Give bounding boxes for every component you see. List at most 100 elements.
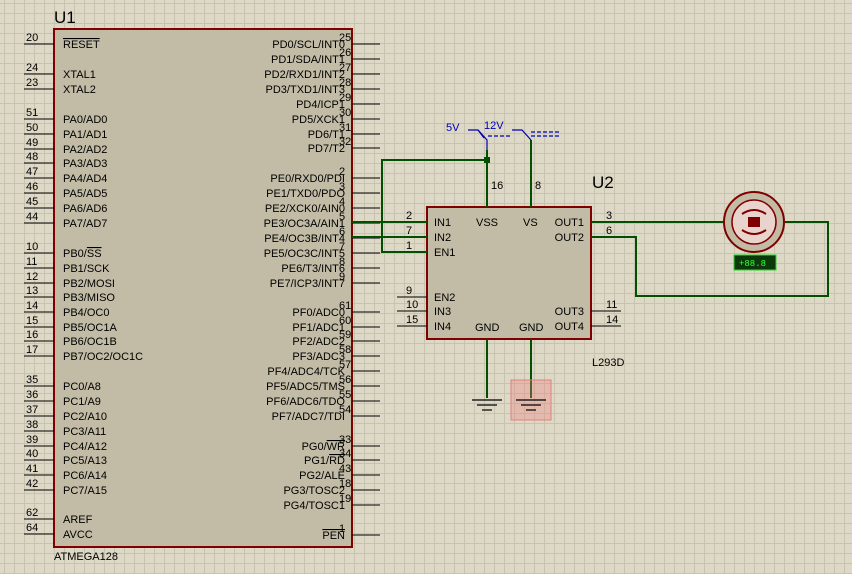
u2-pin-6-label: OUT2	[555, 232, 584, 244]
u1-pin-35-number: 35	[26, 374, 38, 386]
u1-pin-49-label: PA2/AD2	[63, 144, 107, 156]
u1-pin-15-number: 15	[26, 315, 38, 327]
ground-symbol-2[interactable]	[510, 379, 552, 421]
motor-readout: +88.8	[739, 259, 766, 269]
u1-pin-47-label: PA4/AD4	[63, 173, 107, 185]
u2-pin-14-label: OUT4	[555, 321, 584, 333]
u2-pin-11-label: OUT3	[555, 306, 584, 318]
u2-l293d[interactable]: U2 L293D 2 IN1 7 IN2 1 EN1 9 EN2 10 IN3 15 IN4 3 OUT…	[397, 165, 624, 385]
u1-pin-44-number: 44	[26, 211, 38, 223]
u2-pin-3-number: 3	[606, 210, 612, 222]
u1-pin-24-label: XTAL1	[63, 69, 96, 81]
u1-pin-48-number: 48	[26, 151, 38, 163]
u1-pin-14-label: PB4/OC0	[63, 307, 109, 319]
u1-pin-50-label: PA1/AD1	[63, 129, 107, 141]
u1-pin-3-label: PE1/TXD0/PDO	[266, 188, 345, 200]
u1-pin-4-label: PE2/XCK0/AIN0	[265, 203, 345, 215]
u1-reference: U1	[54, 8, 76, 27]
u1-pin-10-number: 10	[26, 241, 38, 253]
u1-pin-55-label: PF6/ADC6/TDO	[266, 396, 345, 408]
wire-out2-motor[interactable]	[591, 221, 829, 297]
u1-pin-38-label: PC3/A11	[63, 426, 106, 438]
u2-pin-15-number: 15	[406, 314, 418, 326]
u1-pin-35-label: PC0/A8	[63, 381, 101, 393]
u1-pin-46-number: 46	[26, 181, 38, 193]
u1-pin-23-label: XTAL2	[63, 84, 96, 96]
u2-pin-10-number: 10	[406, 299, 418, 311]
power-5v-terminal[interactable]: 5V	[446, 122, 488, 150]
u1-pin-6-label: PE4/OC3B/INT4	[264, 233, 345, 245]
u1-pin-58-label: PF3/ADC3	[292, 351, 345, 363]
u1-pin-10-label-overline: SS	[87, 248, 102, 260]
u2-pin-6-number: 6	[606, 225, 612, 237]
u1-pin-25-label: PD0/SCL/INT0	[272, 39, 345, 51]
u1-pin-45-label: PA6/AD6	[63, 203, 107, 215]
u1-pin-46-label: PA5/AD5	[63, 188, 107, 200]
u1-pin-2-label: PE0/RXD0/PDI	[270, 173, 345, 185]
u2-pin-vs-label: VS	[523, 217, 538, 229]
u1-pin-13-number: 13	[26, 285, 38, 297]
power-12v-terminal[interactable]: 12V	[484, 120, 560, 141]
ground-symbol-1[interactable]	[472, 399, 502, 411]
u1-pin-5-label: PE3/OC3A/AIN1	[264, 218, 345, 230]
u1-pin-26-label: PD1/SDA/INT1	[271, 54, 345, 66]
u1-pin-29-label: PD4/ICP1	[296, 99, 345, 111]
u1-pin-11-number: 11	[26, 256, 37, 268]
u1-pin-20-label-overline: RESET	[63, 39, 100, 51]
u1-pin-13-label: PB3/MISO	[63, 292, 115, 304]
power-5v-label: 5V	[446, 122, 460, 134]
u1-pin-48-label: PA3/AD3	[63, 158, 107, 170]
u2-pin-1-number: 1	[406, 240, 412, 252]
schematic-canvas[interactable]: U1 ATMEGA128 20 RESET 24 XTAL1 23 XTAL2 51 PA0/…	[0, 0, 852, 574]
u1-pin-24-number: 24	[26, 62, 38, 74]
u2-reference: U2	[592, 173, 614, 192]
junction-dot	[484, 157, 490, 163]
u2-pin-10-label: IN3	[434, 306, 451, 318]
u1-pin-42-label: PC7/A15	[63, 485, 107, 497]
u1-pin-36-label: PC1/A9	[63, 396, 101, 408]
u1-pin-10-label-prefix: PB0/	[63, 248, 88, 260]
u1-pin-1-label-overline: PEN	[322, 530, 345, 542]
u2-pin-15-label: IN4	[434, 321, 451, 333]
dc-motor[interactable]: +88.8	[723, 191, 785, 271]
u1-pin-62-label: AREF	[63, 514, 93, 526]
u2-pin-14-number: 14	[606, 314, 618, 326]
u1-pin-44-label: PA7/AD7	[63, 218, 107, 230]
u1-pin-34-label-prefix: PG1/	[304, 455, 330, 467]
u1-pin-39-number: 39	[26, 434, 38, 446]
u1-pin-39-label: PC4/A12	[63, 441, 107, 453]
u1-pin-27-label: PD2/RXD1/INT2	[264, 69, 345, 81]
u1-pin-37-number: 37	[26, 404, 38, 416]
u1-atmega128[interactable]: U1 ATMEGA128 20 RESET 24 XTAL1 23 XTAL2 51 PA0/…	[24, 8, 380, 563]
u2-pin-9-number: 9	[406, 285, 412, 297]
u1-pin-20-number: 20	[26, 32, 38, 44]
u1-pin-36-number: 36	[26, 389, 38, 401]
schematic-drawing[interactable]: U1 ATMEGA128 20RESET24XTAL123XTAL251PA0/…	[0, 0, 852, 574]
u1-pin-54-label: PF7/ADC7/TDI	[272, 411, 345, 423]
u1-pin-40-label: PC5/A13	[63, 455, 107, 467]
u2-pin-2-number: 2	[406, 210, 412, 222]
u1-pin-64-label: AVCC	[63, 529, 93, 541]
u1-pin-7-label: PE5/OC3C/INT5	[264, 248, 345, 260]
u1-pin-32-label: PD7/T2	[308, 143, 345, 155]
u1-pin-17-label: PB7/OC2/OC1C	[63, 351, 143, 363]
u1-pin-42-number: 42	[26, 478, 38, 490]
u1-pin-16-label: PB6/OC1B	[63, 336, 117, 348]
u1-pin-61-label: PF0/ADC0	[292, 307, 345, 319]
u1-pin-11-label: PB1/SCK	[63, 263, 110, 275]
u2-gnd1-label: GND	[475, 322, 500, 334]
u2-pin-vss-label: VSS	[476, 217, 498, 229]
u1-pin-8-label: PE6/T3/INT6	[281, 263, 345, 275]
u1-pin-60-label: PF1/ADC1	[292, 322, 345, 334]
u1-pin-9-label: PE7/ICP3/INT7	[270, 278, 345, 290]
u1-pin-23-number: 23	[26, 77, 38, 89]
power-12v-label: 12V	[484, 120, 504, 132]
u1-pin-28-label: PD3/TXD1/INT3	[266, 84, 345, 96]
power-5v-arrow-icon	[468, 129, 488, 150]
motor-shaft-icon	[748, 217, 760, 227]
u1-pin-33-label-prefix: PG0/	[302, 441, 328, 453]
u1-pin-16-number: 16	[26, 329, 38, 341]
u2-pin-2-label: IN1	[434, 217, 451, 229]
u2-pin-11-number: 11	[606, 299, 617, 311]
u1-pin-38-number: 38	[26, 419, 38, 431]
